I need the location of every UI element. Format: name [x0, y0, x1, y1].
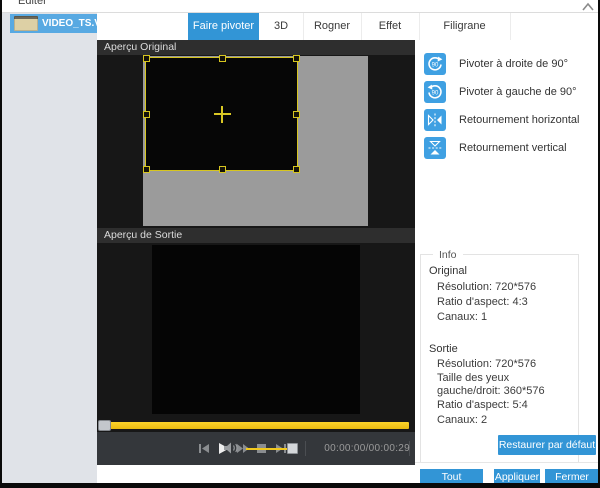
- seek-track[interactable]: [101, 422, 409, 429]
- crop-selection-box[interactable]: [145, 57, 298, 171]
- preview-column: Aperçu Original Aperçu de Sortie: [97, 40, 415, 465]
- media-list-sidebar: VIDEO_TS.V...: [2, 13, 97, 483]
- info-output-aspect: Ratio d'aspect: 5:4: [437, 399, 528, 411]
- edit-dialog: Éditer VIDEO_TS.V... Faire pivoter 3D Ro…: [0, 0, 600, 488]
- stop-icon[interactable]: [256, 442, 267, 460]
- crop-handle[interactable]: [293, 111, 300, 118]
- tab-rogner[interactable]: Rogner: [303, 13, 362, 40]
- info-original-resolution: Résolution: 720*576: [437, 281, 536, 293]
- tab-faire-pivoter[interactable]: Faire pivoter: [188, 13, 259, 40]
- flip-horizontal-label[interactable]: Retournement horizontal: [459, 109, 579, 131]
- rotate-right-icon[interactable]: 90: [424, 53, 446, 75]
- flip-horizontal-row: Retournement horizontal: [424, 109, 594, 131]
- volume-icon[interactable]: [223, 441, 239, 460]
- volume-handle[interactable]: [287, 443, 298, 454]
- crop-handle[interactable]: [143, 166, 150, 173]
- rotate-left-icon[interactable]: 90: [424, 81, 446, 103]
- window-border: [0, 0, 2, 488]
- info-original-aspect: Ratio d'aspect: 4:3: [437, 296, 528, 308]
- info-output-resolution: Résolution: 720*576: [437, 358, 536, 370]
- info-original-channels: Canaux: 1: [437, 311, 487, 323]
- dialog-titlebar: Éditer: [2, 0, 598, 13]
- flip-horizontal-icon[interactable]: [424, 109, 446, 131]
- info-output-heading: Sortie: [429, 343, 458, 355]
- crop-handle[interactable]: [293, 55, 300, 62]
- rotate-left-label[interactable]: Pivoter à gauche de 90°: [459, 81, 577, 103]
- svg-text:90: 90: [432, 91, 439, 97]
- dialog-title: Éditer: [18, 0, 47, 7]
- tab-filigrane[interactable]: Filigrane: [419, 13, 511, 40]
- crop-handle[interactable]: [143, 111, 150, 118]
- original-preview-title: Aperçu Original: [97, 40, 415, 55]
- skip-start-icon[interactable]: [198, 442, 211, 460]
- crop-handle[interactable]: [293, 166, 300, 173]
- svg-text:90: 90: [432, 63, 439, 69]
- tab-effet[interactable]: Effet: [361, 13, 420, 40]
- info-output-channels: Canaux: 2: [437, 414, 487, 426]
- flip-vertical-row: Retournement vertical: [424, 137, 594, 159]
- seek-handle[interactable]: [98, 420, 111, 431]
- panel-separator: [415, 462, 598, 463]
- chevron-up-icon[interactable]: [581, 0, 595, 13]
- skip-end-icon[interactable]: [274, 442, 287, 460]
- video-thumbnail: [14, 16, 38, 31]
- output-preview-title: Aperçu de Sortie: [97, 228, 415, 243]
- divider: [305, 441, 306, 456]
- crop-handle[interactable]: [219, 55, 226, 62]
- info-groupbox: Info Original Résolution: 720*576 Ratio …: [420, 254, 579, 463]
- crop-center-crosshair: [221, 106, 223, 123]
- info-legend: Info: [433, 249, 463, 261]
- rotate-right-row: 90 Pivoter à droite de 90°: [424, 53, 594, 75]
- crop-handle[interactable]: [219, 166, 226, 173]
- flip-vertical-label[interactable]: Retournement vertical: [459, 137, 567, 159]
- window-border: [0, 483, 600, 488]
- transport-bar: 00:00:00/00:00:29: [97, 432, 415, 465]
- sidebar-item-video[interactable]: VIDEO_TS.V...: [10, 14, 97, 33]
- crop-handle[interactable]: [143, 55, 150, 62]
- tab-3d[interactable]: 3D: [259, 13, 304, 40]
- flip-vertical-icon[interactable]: [424, 137, 446, 159]
- edit-tabbar: Faire pivoter 3D Rogner Effet Filigrane: [97, 13, 598, 41]
- rotate-left-row: 90 Pivoter à gauche de 90°: [424, 81, 594, 103]
- info-output-eye-size: Taille des yeux gauche/droit: 360*576: [437, 372, 565, 398]
- rotate-options-panel: 90 Pivoter à droite de 90° 90 Pivoter à …: [415, 40, 598, 463]
- output-video-frame: [152, 245, 360, 414]
- restore-default-button[interactable]: Restaurer par défaut: [498, 435, 596, 455]
- time-display: 00:00:00/00:00:29: [324, 432, 410, 465]
- rotate-right-label[interactable]: Pivoter à droite de 90°: [459, 53, 568, 75]
- info-original-heading: Original: [429, 265, 467, 277]
